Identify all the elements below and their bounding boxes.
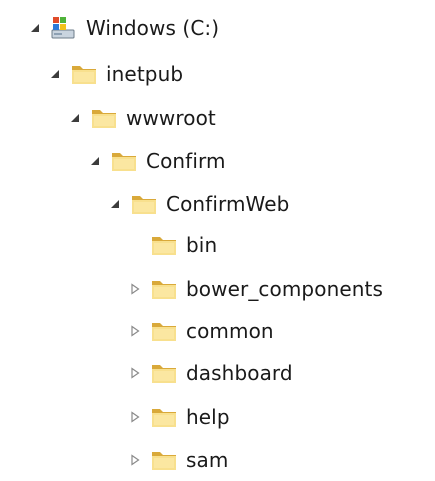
tree-item-sam[interactable]: sam <box>0 441 228 479</box>
expanded-arrow-icon[interactable] <box>108 197 122 211</box>
expanded-arrow-icon[interactable] <box>48 67 62 81</box>
tree-item-label: wwwroot <box>126 106 216 130</box>
collapsed-arrow-icon[interactable] <box>128 324 142 338</box>
folder-icon <box>130 190 158 218</box>
tree-item-bin[interactable]: bin <box>0 226 217 264</box>
folder-icon <box>150 446 178 474</box>
tree-item-label: dashboard <box>186 361 293 385</box>
folder-icon <box>150 231 178 259</box>
tree-item-confirm[interactable]: Confirm <box>0 142 226 180</box>
tree-item-label: common <box>186 319 274 343</box>
tree-item-bower-components[interactable]: bower_components <box>0 270 383 308</box>
tree-item-windows-drive[interactable]: Windows (C:) <box>0 9 219 47</box>
expanded-arrow-icon[interactable] <box>88 154 102 168</box>
folder-tree: Windows (C:) inetpub wwwroot Confirm Con… <box>0 0 435 481</box>
tree-item-confirmweb[interactable]: ConfirmWeb <box>0 185 289 223</box>
collapsed-arrow-icon[interactable] <box>128 453 142 467</box>
tree-item-label: bower_components <box>186 277 383 301</box>
tree-item-label: Confirm <box>146 149 226 173</box>
tree-item-label: sam <box>186 448 229 472</box>
folder-icon <box>110 147 138 175</box>
folder-icon <box>150 317 178 345</box>
drive-icon <box>50 14 78 42</box>
folder-icon <box>150 403 178 431</box>
tree-item-label: help <box>186 405 230 429</box>
tree-item-label: Windows (C:) <box>86 16 220 40</box>
tree-item-label: bin <box>186 233 218 257</box>
tree-item-help[interactable]: help <box>0 398 230 436</box>
tree-item-wwwroot[interactable]: wwwroot <box>0 99 216 137</box>
folder-icon <box>90 104 118 132</box>
collapsed-arrow-icon[interactable] <box>128 366 142 380</box>
expanded-arrow-icon[interactable] <box>28 21 42 35</box>
tree-item-inetpub[interactable]: inetpub <box>0 55 183 93</box>
tree-item-label: ConfirmWeb <box>166 192 290 216</box>
folder-icon <box>150 359 178 387</box>
collapsed-arrow-icon[interactable] <box>128 282 142 296</box>
collapsed-arrow-icon[interactable] <box>128 410 142 424</box>
folder-icon <box>150 275 178 303</box>
expanded-arrow-icon[interactable] <box>68 111 82 125</box>
tree-item-dashboard[interactable]: dashboard <box>0 354 293 392</box>
tree-item-common[interactable]: common <box>0 312 274 350</box>
folder-icon <box>70 60 98 88</box>
tree-item-label: inetpub <box>106 62 184 86</box>
